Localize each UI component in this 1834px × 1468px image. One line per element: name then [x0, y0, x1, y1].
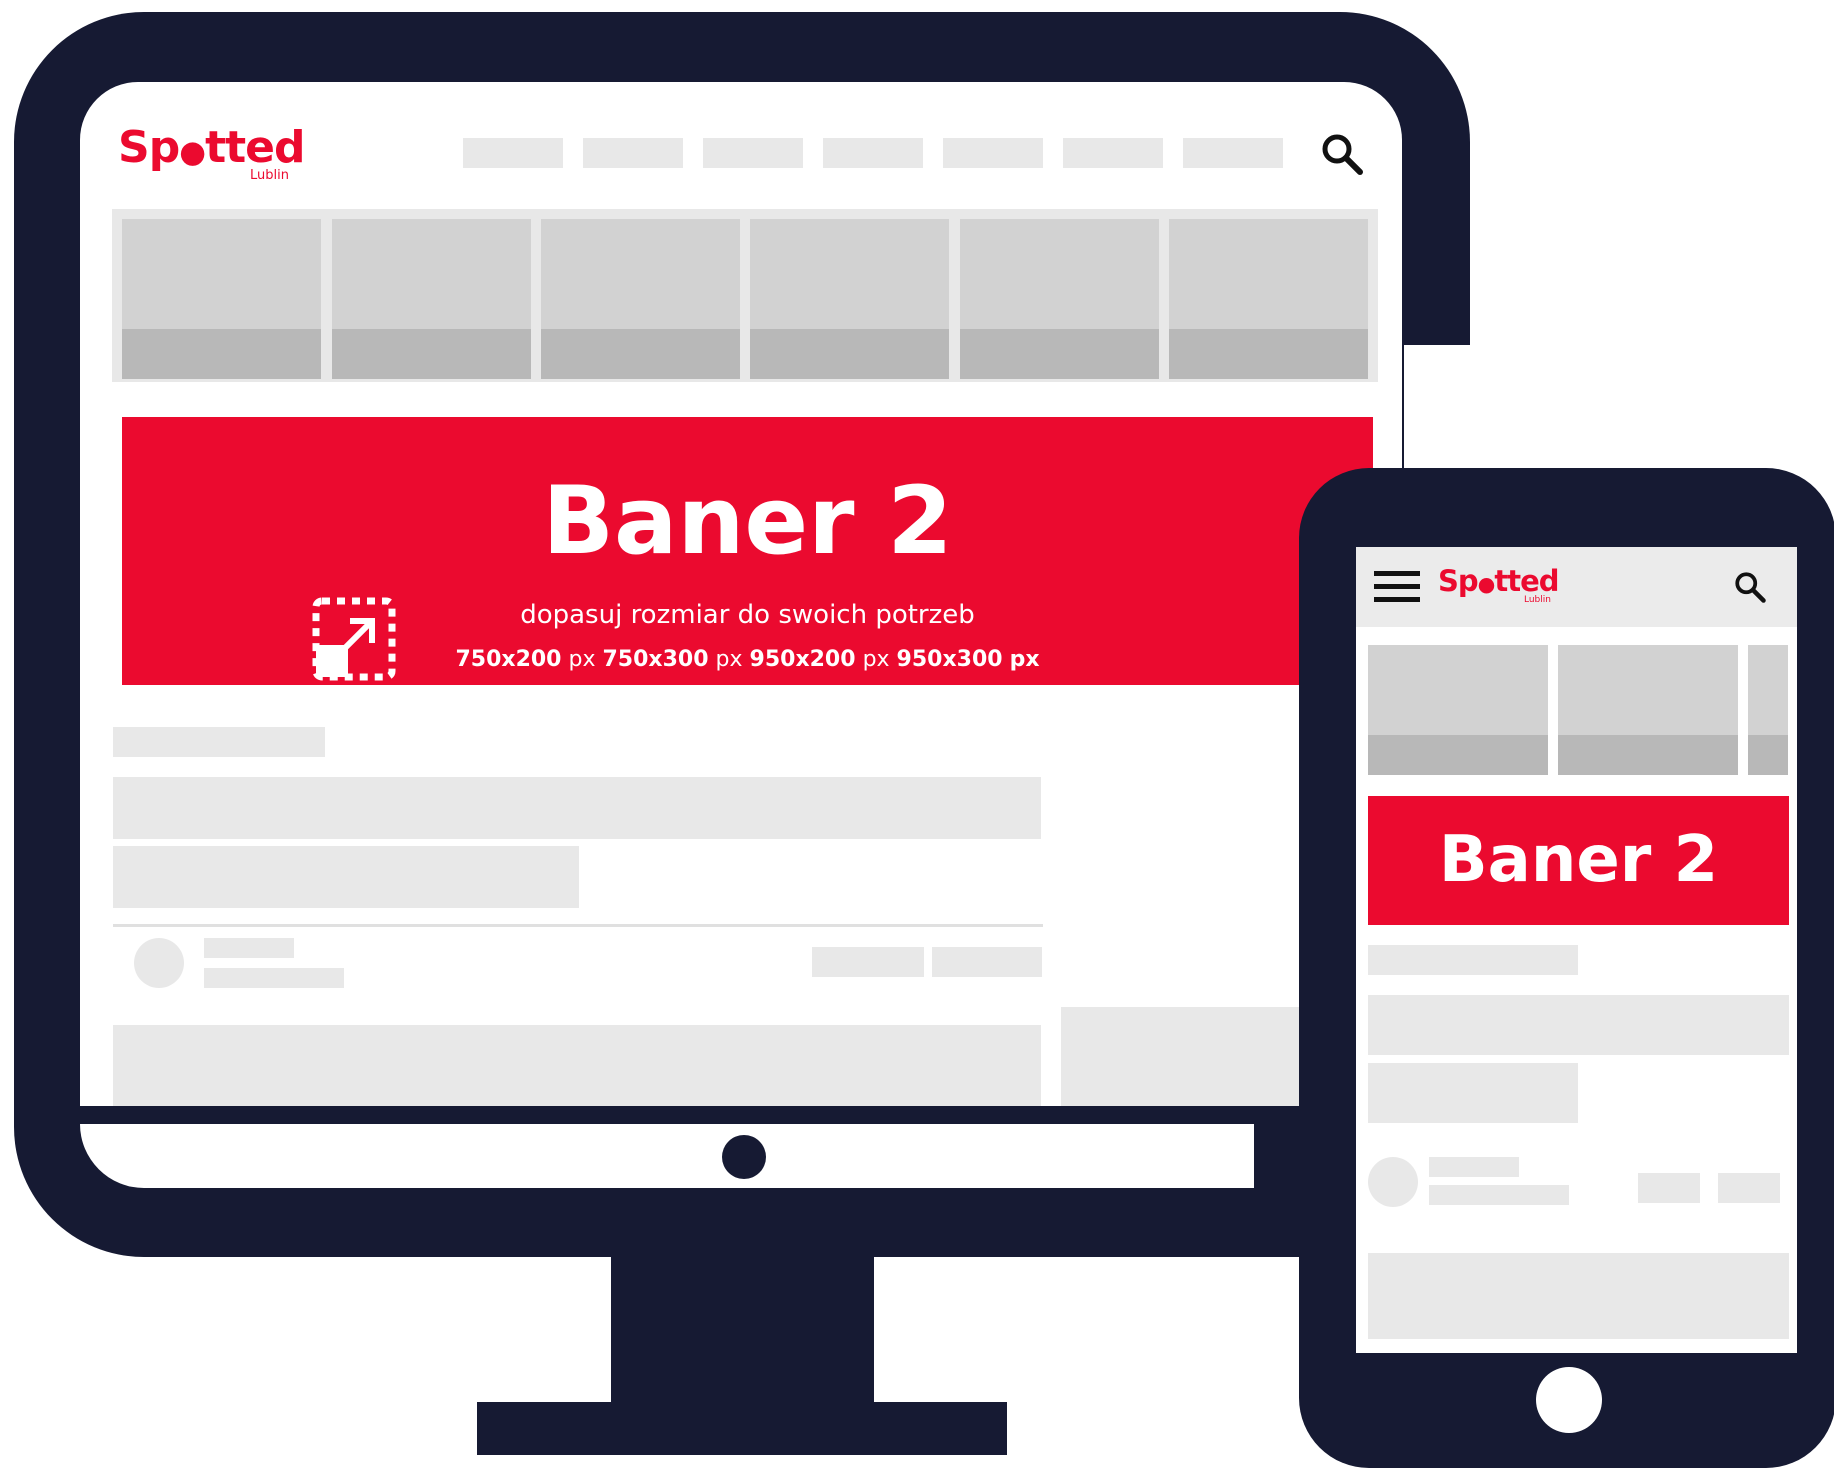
phone-home-button[interactable] [1536, 1367, 1602, 1433]
banner-title: Baner 2 [542, 467, 953, 576]
search-icon[interactable] [1732, 569, 1768, 605]
article-thumbnail[interactable] [122, 219, 321, 379]
headline-placeholder [1368, 995, 1789, 1055]
desktop-logo[interactable]: Sp●tted Lublin [118, 122, 305, 184]
date-placeholder [204, 968, 344, 988]
article-thumbnail[interactable] [1558, 645, 1738, 775]
share-button-placeholder[interactable] [1638, 1173, 1700, 1203]
share-button-placeholder[interactable] [812, 947, 924, 977]
banner-size-unit: px [568, 647, 596, 672]
avatar [1368, 1157, 1418, 1207]
author-placeholder [204, 938, 294, 958]
author-placeholder [1429, 1157, 1519, 1177]
headline-placeholder [113, 777, 1041, 839]
banner-size-value: 750x200 [455, 647, 562, 672]
share-button-placeholder[interactable] [932, 947, 1042, 977]
article-image-placeholder [113, 1025, 1041, 1106]
article-thumbnail[interactable] [1169, 219, 1368, 379]
search-icon[interactable] [1318, 130, 1366, 178]
logo-city: Lublin [1524, 595, 1551, 605]
phone-screen: Sp●tted Lublin Baner 2 [1356, 547, 1797, 1353]
logo-wordmark: Sp●tted [118, 122, 305, 173]
headline-placeholder [1368, 1063, 1578, 1123]
category-label-placeholder [1368, 945, 1578, 975]
monitor-stand-base [477, 1402, 1007, 1455]
nav-item-placeholder[interactable] [1063, 138, 1163, 168]
banner-size-unit: px [715, 647, 743, 672]
category-label-placeholder [113, 727, 325, 757]
article-thumbnail[interactable] [332, 219, 531, 379]
hamburger-menu-icon[interactable] [1374, 569, 1420, 605]
banner-size-unit: px [1009, 647, 1040, 672]
monitor-chin [80, 1124, 1254, 1188]
banner-size-value: 950x300 [896, 647, 1003, 672]
article-thumbnail[interactable] [541, 219, 740, 379]
article-image-placeholder [1368, 1253, 1789, 1339]
nav-item-placeholder[interactable] [823, 138, 923, 168]
monitor-logo-dot [722, 1135, 766, 1179]
banner-size-value: 950x200 [749, 647, 856, 672]
phone-header [1356, 547, 1797, 627]
article-thumbnail[interactable] [1368, 645, 1548, 775]
banner-size-value: 750x300 [602, 647, 709, 672]
banner-subtitle: dopasuj rozmiar do swoich potrzeb [520, 600, 975, 630]
banner-title: Baner 2 [1438, 823, 1719, 897]
phone-logo[interactable]: Sp●tted Lublin [1438, 564, 1560, 606]
headline-placeholder [113, 846, 579, 908]
ad-banner[interactable]: Baner 2 dopasuj rozmiar do swoich potrze… [122, 417, 1373, 685]
article-thumbnail[interactable] [960, 219, 1159, 379]
nav-item-placeholder[interactable] [583, 138, 683, 168]
share-button-placeholder[interactable] [1718, 1173, 1780, 1203]
desktop-screen: Sp●tted Lublin Baner 2 dopasuj rozmiar d… [80, 82, 1402, 1106]
monitor-stand-neck [611, 1257, 874, 1402]
logo-city: Lublin [250, 168, 289, 183]
nav-item-placeholder[interactable] [703, 138, 803, 168]
banner-sizes: 750x200 px 750x300 px 950x200 px 950x300… [122, 647, 1373, 672]
nav-item-placeholder[interactable] [943, 138, 1043, 168]
article-thumbnail[interactable] [750, 219, 949, 379]
nav-item-placeholder[interactable] [1183, 138, 1283, 168]
article-thumbnail[interactable] [1748, 645, 1788, 775]
divider [113, 924, 1043, 927]
date-placeholder [1429, 1185, 1569, 1205]
nav-item-placeholder[interactable] [463, 138, 563, 168]
banner-size-unit: px [862, 647, 890, 672]
ad-banner[interactable]: Baner 2 [1368, 796, 1789, 925]
logo-wordmark: Sp●tted [1438, 564, 1560, 598]
avatar [134, 938, 184, 988]
